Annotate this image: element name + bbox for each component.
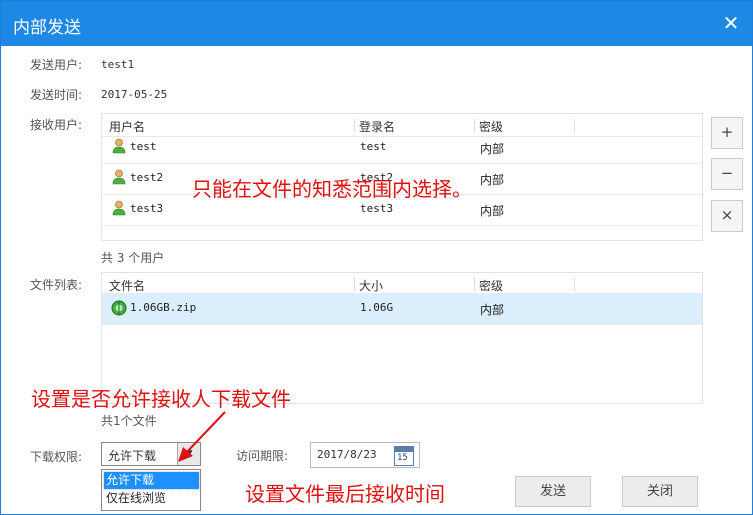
receivers-label: 接收用户: bbox=[30, 118, 83, 132]
clear-users-button[interactable]: × bbox=[711, 200, 743, 232]
column-header-filename[interactable]: 文件名 bbox=[109, 277, 145, 294]
file-name-cell: 1.06GB.zip bbox=[130, 301, 197, 314]
calendar-day: 15 bbox=[397, 453, 408, 463]
download-permission-dropdown: 允许下载 仅在线浏览 bbox=[101, 469, 201, 511]
sender-value: test1 bbox=[101, 58, 135, 71]
send-time-value: 2017-05-25 bbox=[101, 88, 168, 101]
user-name-cell: test bbox=[130, 140, 157, 153]
user-level-cell: 内部 bbox=[480, 173, 505, 187]
user-icon bbox=[112, 138, 126, 154]
close-icon[interactable]: ✕ bbox=[718, 10, 744, 36]
user-name-cell: test3 bbox=[130, 202, 164, 215]
expiry-label: 访问期限: bbox=[236, 449, 289, 463]
option-online-view-only[interactable]: 仅在线浏览 bbox=[104, 490, 199, 507]
files-label: 文件列表: bbox=[30, 278, 83, 292]
user-level-cell: 内部 bbox=[480, 142, 505, 156]
expiry-date-input[interactable]: 2017/8/23 15 bbox=[310, 442, 420, 468]
column-header-size[interactable]: 大小 bbox=[359, 277, 383, 294]
remove-user-button[interactable]: − bbox=[711, 158, 743, 190]
column-separator bbox=[474, 278, 475, 291]
column-separator bbox=[574, 278, 575, 291]
download-permission-select[interactable]: 允许下载 ▼ bbox=[101, 442, 201, 466]
send-time-label: 发送时间: bbox=[30, 88, 83, 102]
table-row[interactable]: 1.06GB.zip 1.06G 内部 bbox=[102, 293, 702, 325]
column-separator bbox=[354, 119, 355, 132]
expiry-date-value: 2017/8/23 bbox=[317, 448, 377, 461]
column-header-level[interactable]: 密级 bbox=[479, 277, 503, 294]
add-user-button[interactable]: + bbox=[711, 117, 743, 149]
file-count: 共1个文件 bbox=[101, 414, 157, 428]
calendar-icon[interactable]: 15 bbox=[394, 446, 414, 466]
title-bar: 内部发送 ✕ bbox=[1, 1, 752, 46]
download-permission-value: 允许下载 bbox=[108, 449, 157, 463]
user-icon bbox=[112, 200, 126, 216]
chevron-down-icon[interactable]: ▼ bbox=[177, 443, 200, 465]
user-level-cell: 内部 bbox=[480, 204, 505, 218]
dialog-title: 内部发送 bbox=[13, 18, 81, 38]
column-separator bbox=[354, 278, 355, 291]
expiry-annotation: 设置文件最后接收时间 bbox=[245, 482, 445, 506]
sender-label: 发送用户: bbox=[30, 58, 83, 72]
send-button[interactable]: 发送 bbox=[515, 476, 591, 507]
user-login-cell: test3 bbox=[360, 202, 394, 215]
file-level-cell: 内部 bbox=[480, 303, 505, 317]
user-name-cell: test2 bbox=[130, 171, 164, 184]
column-separator bbox=[474, 119, 475, 132]
download-annotation: 设置是否允许接收人下载文件 bbox=[31, 387, 291, 411]
column-separator bbox=[574, 119, 575, 132]
file-size-cell: 1.06G bbox=[360, 301, 394, 314]
user-login-cell: test bbox=[360, 140, 387, 153]
zip-file-icon bbox=[111, 300, 127, 316]
scope-annotation: 只能在文件的知悉范围内选择。 bbox=[192, 177, 472, 201]
user-count: 共 3 个用户 bbox=[101, 251, 165, 265]
close-button[interactable]: 关闭 bbox=[622, 476, 698, 507]
option-allow-download[interactable]: 允许下载 bbox=[103, 471, 200, 490]
table-row[interactable]: test test 内部 bbox=[102, 132, 702, 164]
user-icon bbox=[112, 169, 126, 185]
download-permission-label: 下载权限: bbox=[30, 450, 83, 464]
